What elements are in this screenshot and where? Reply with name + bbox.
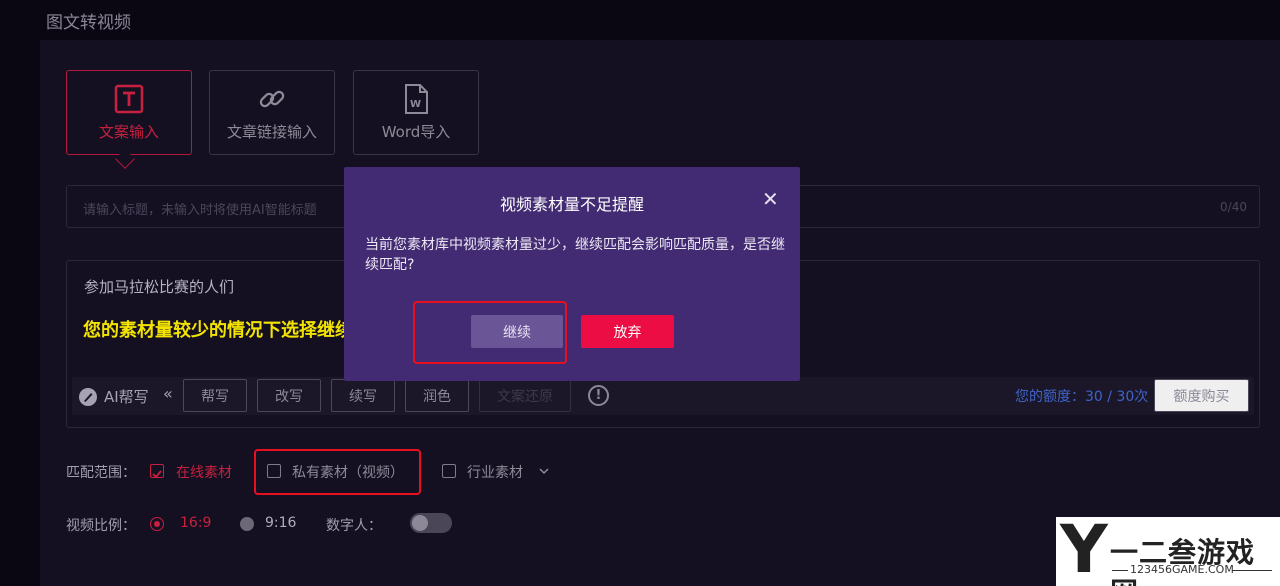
link-icon [257, 83, 287, 115]
title-placeholder: 请输入标题，未输入时将使用AI智能标题 [83, 203, 317, 218]
ratio-16-9-label: 16:9 [180, 515, 212, 531]
text-t-icon [114, 83, 144, 115]
buy-quota-button[interactable]: 额度购买 [1154, 379, 1249, 412]
ratio-9-16-label: 9:16 [265, 515, 297, 531]
online-material-checkbox[interactable] [150, 464, 164, 479]
watermark-logo: Y [1060, 511, 1108, 586]
online-material-label: 在线素材 [176, 465, 232, 481]
tab-text-input[interactable]: 文案输入 [66, 70, 192, 155]
check-icon [152, 470, 162, 479]
highlight-continue-button [413, 301, 567, 364]
abandon-button[interactable]: 放弃 [581, 315, 674, 348]
industry-material-checkbox[interactable] [442, 464, 456, 478]
chevron-down-icon[interactable] [539, 467, 549, 475]
restore-text-button[interactable]: 文案还原 [479, 379, 571, 412]
close-icon[interactable]: ✕ [762, 187, 779, 211]
svg-text:W: W [410, 99, 421, 110]
dialog-title: 视频素材量不足提醒 [499, 195, 644, 214]
ai-pen-icon [79, 387, 97, 406]
digital-human-toggle[interactable] [410, 513, 452, 533]
info-icon[interactable]: ! [588, 385, 609, 406]
tab-label: 文案输入 [98, 123, 159, 141]
ratio-16-9-radio[interactable] [150, 517, 164, 531]
highlight-private-material [254, 449, 421, 495]
ratio-9-16-radio[interactable] [240, 517, 254, 531]
tab-link-input[interactable]: 文章链接输入 [209, 70, 335, 155]
watermark-text: 一二叁游戏网 [1110, 536, 1256, 586]
ai-write-label: AI帮写 [78, 386, 149, 407]
tab-label: 文章链接输入 [226, 123, 317, 141]
rewrite-button[interactable]: 改写 [257, 379, 321, 412]
dialog-message: 当前您素材库中视频素材量过少，继续匹配会影响匹配质量，是否继续匹配? [365, 237, 785, 273]
match-scope-label: 匹配范围： [66, 465, 136, 481]
page-title: 图文转视频 [46, 13, 131, 33]
digital-human-label: 数字人： [326, 518, 382, 534]
char-counter: 0/40 [1220, 200, 1247, 214]
watermark-url: 123456GAME.COM [1130, 563, 1234, 576]
video-ratio-label: 视频比例： [66, 518, 136, 534]
watermark-rule [1232, 570, 1272, 571]
industry-material-label: 行业素材 [467, 465, 523, 481]
tab-word-import[interactable]: W Word导入 [353, 70, 479, 155]
quota-display: 您的额度：30 / 30次 [1015, 389, 1149, 405]
polish-button[interactable]: 润色 [405, 379, 469, 412]
site-watermark: Y 一二叁游戏网 123456GAME.COM [1056, 517, 1280, 586]
watermark-rule [1112, 570, 1128, 571]
tab-label: Word导入 [381, 123, 451, 141]
help-write-button[interactable]: 帮写 [183, 379, 247, 412]
collapse-icon[interactable]: « [163, 384, 173, 403]
continue-write-button[interactable]: 续写 [331, 379, 395, 412]
word-doc-icon: W [401, 83, 431, 115]
editor-text: 参加马拉松比赛的人们 [84, 278, 235, 296]
